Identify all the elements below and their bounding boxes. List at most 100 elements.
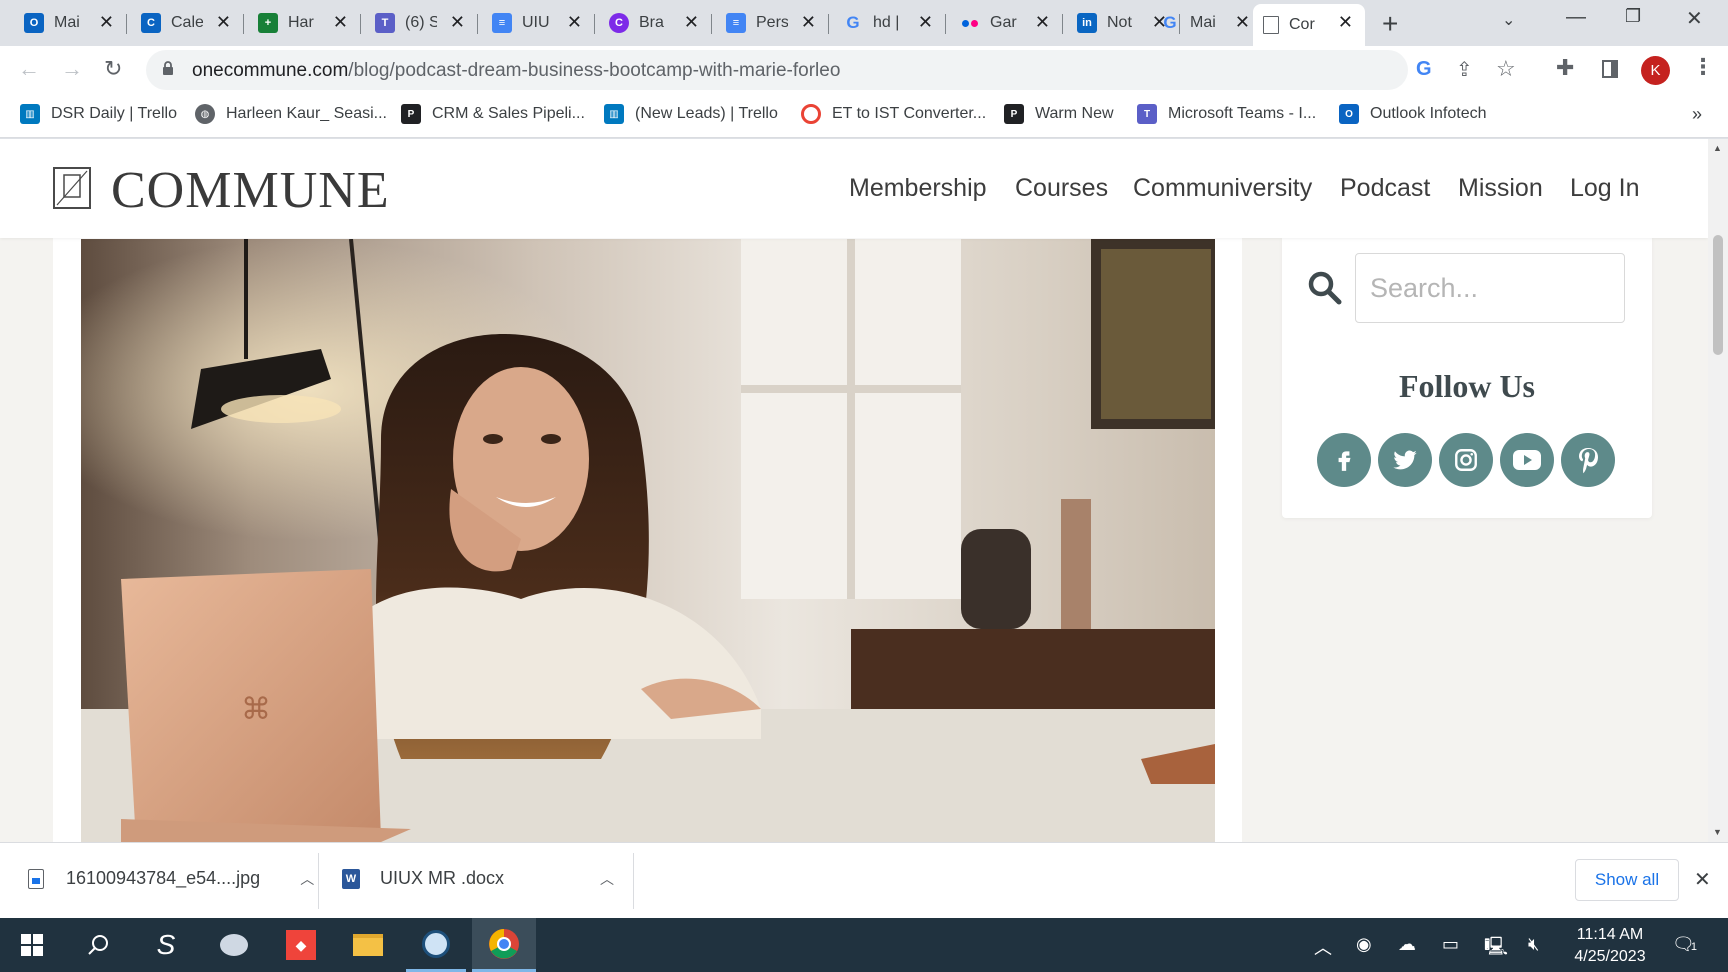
close-tab-icon[interactable]: ✕ (567, 12, 582, 33)
battery-icon[interactable]: ▭ (1442, 934, 1459, 955)
bookmark-star-icon[interactable]: ☆ (1496, 56, 1516, 82)
anydesk-icon[interactable]: ◆ (271, 918, 331, 972)
docs-icon: ≡ (492, 13, 512, 33)
nav-mission[interactable]: Mission (1458, 174, 1543, 203)
close-tab-icon[interactable]: ✕ (1338, 12, 1353, 33)
menu-icon[interactable]: ⋮ (1692, 54, 1714, 80)
bookmark-new-leads[interactable]: ▥ (New Leads) | Trello (604, 104, 778, 124)
tab-search-icon[interactable]: ⌄ (1502, 10, 1515, 30)
download-item-docx[interactable]: W UIUX MR .docx ︿ (342, 868, 614, 889)
pinterest-icon[interactable] (1561, 433, 1615, 487)
bookmark-crm[interactable]: P CRM & Sales Pipeli... (401, 104, 585, 124)
chevron-up-icon[interactable]: ︿ (600, 869, 614, 889)
tab-google-hd[interactable]: G hd | ✕ (833, 6, 945, 40)
twitter-icon[interactable] (1378, 433, 1432, 487)
nav-courses[interactable]: Courses (1015, 174, 1108, 203)
close-tab-icon[interactable]: ✕ (450, 12, 465, 33)
scroll-down-icon[interactable]: ▼ (1713, 827, 1722, 837)
profile-avatar[interactable]: K (1641, 56, 1670, 85)
close-tab-icon[interactable]: ✕ (801, 12, 816, 33)
lock-icon (163, 61, 173, 75)
nav-log-in[interactable]: Log In (1570, 174, 1640, 203)
site-header: COMMUNE Membership Courses Communiversit… (0, 139, 1708, 238)
browser-toolbar: ← → ↻ onecommune.com/blog/podcast-dream-… (0, 46, 1728, 94)
windows-taskbar: S ◆ ︿ ◉ ☁ ▭ 🖳 🔇︎ 11:14 AM 4/25/2023 🗨︎1 (0, 918, 1728, 972)
chevron-up-icon[interactable]: ︿ (300, 869, 314, 889)
record-icon[interactable]: ◉ (1356, 934, 1372, 955)
search-icon[interactable] (68, 918, 128, 972)
search-icon[interactable] (1307, 270, 1343, 306)
windows-start-icon[interactable] (2, 918, 62, 972)
close-tab-icon[interactable]: ✕ (1235, 12, 1250, 33)
close-downloads-icon[interactable]: ✕ (1694, 867, 1711, 892)
site-logo[interactable]: COMMUNE (111, 161, 390, 220)
more-bookmarks-icon[interactable]: » (1692, 104, 1702, 125)
youtube-icon[interactable] (1500, 433, 1554, 487)
sheets-icon: + (258, 13, 278, 33)
volume-muted-icon[interactable]: 🔇︎ (1528, 934, 1539, 955)
nav-podcast[interactable]: Podcast (1340, 174, 1430, 203)
outlook-icon: O (1339, 104, 1359, 124)
facebook-icon[interactable] (1317, 433, 1371, 487)
tab-teams[interactable]: T (6) S ✕ (365, 6, 477, 40)
forward-icon[interactable]: → (61, 56, 83, 82)
tab-docs-uiux[interactable]: ≡ UIU ✕ (482, 6, 594, 40)
reload-icon[interactable]: ↻ (104, 56, 122, 82)
network-icon[interactable]: 🖳 (1484, 934, 1508, 964)
nav-communiversity[interactable]: Communiversity (1133, 174, 1312, 203)
tab-google-mai[interactable]: G Mai ✕ (1150, 6, 1262, 40)
onedrive-icon[interactable]: ☁ (1398, 934, 1416, 955)
close-tab-icon[interactable]: ✕ (1035, 12, 1050, 33)
bookmark-warm-new[interactable]: P Warm New (1004, 104, 1114, 124)
bookmark-et-ist[interactable]: ET to IST Converter... (801, 104, 986, 124)
tab-docs-pers[interactable]: ≡ Pers ✕ (716, 6, 828, 40)
download-item-jpg[interactable]: 16100943784_e54....jpg ︿ (28, 868, 314, 889)
bookmark-harleen[interactable]: ◍ Harleen Kaur_ Seasi... (195, 104, 387, 124)
tab-calendar[interactable]: C Cale ✕ (131, 6, 243, 40)
tab-canva[interactable]: C Bra ✕ (599, 6, 711, 40)
restore-icon[interactable]: ❐ (1625, 6, 1641, 27)
tab-commune-active[interactable]: Cor ✕ (1253, 4, 1365, 46)
tab-mail[interactable]: O Mai ✕ (14, 6, 126, 40)
minimize-icon[interactable]: — (1566, 6, 1586, 29)
extensions-icon[interactable]: ✚ (1556, 55, 1574, 81)
scroll-thumb[interactable] (1713, 235, 1723, 355)
page-scrollbar[interactable]: ▲ ▼ (1708, 139, 1728, 842)
search-input[interactable] (1355, 253, 1625, 323)
calendar-icon: C (141, 13, 161, 33)
system-clock[interactable]: 11:14 AM 4/25/2023 (1560, 924, 1660, 968)
bookmark-teams[interactable]: T Microsoft Teams - I... (1137, 104, 1316, 124)
flickr-icon (960, 13, 980, 33)
show-all-downloads-button[interactable]: Show all (1575, 859, 1679, 901)
google-lens-icon[interactable]: G (1416, 58, 1432, 81)
instagram-icon[interactable] (1439, 433, 1493, 487)
close-tab-icon[interactable]: ✕ (333, 12, 348, 33)
notifications-icon[interactable]: 🗨︎1 (1672, 934, 1697, 955)
tab-flickr[interactable]: Gar ✕ (950, 6, 1062, 40)
bookmark-outlook[interactable]: O Outlook Infotech (1339, 104, 1487, 124)
app-avatar-icon[interactable] (406, 918, 466, 972)
outlook-icon: O (24, 13, 44, 33)
close-window-icon[interactable]: ✕ (1686, 6, 1703, 31)
file-explorer-icon[interactable] (338, 918, 398, 972)
share-icon[interactable]: ⇪ (1456, 57, 1473, 82)
bookmark-dsr-daily[interactable]: ▥ DSR Daily | Trello (20, 104, 177, 124)
side-panel-icon[interactable] (1602, 60, 1618, 78)
canva-icon: C (609, 13, 629, 33)
close-tab-icon[interactable]: ✕ (99, 12, 114, 33)
nav-membership[interactable]: Membership (849, 174, 987, 203)
back-icon[interactable]: ← (18, 56, 40, 82)
close-tab-icon[interactable]: ✕ (918, 12, 933, 33)
paint-icon[interactable] (204, 918, 264, 972)
show-hidden-icons-icon[interactable]: ︿ (1314, 934, 1332, 960)
tab-sheets[interactable]: + Har ✕ (248, 6, 360, 40)
new-tab-button[interactable]: + (1382, 8, 1398, 40)
address-bar[interactable]: onecommune.com/blog/podcast-dream-busine… (146, 50, 1516, 90)
globe-icon: ◍ (195, 104, 215, 124)
app-s-icon[interactable]: S (136, 918, 196, 972)
close-tab-icon[interactable]: ✕ (216, 12, 231, 33)
close-tab-icon[interactable]: ✕ (684, 12, 699, 33)
commune-logo-icon[interactable] (53, 167, 91, 209)
chrome-icon[interactable] (472, 918, 536, 972)
scroll-up-icon[interactable]: ▲ (1713, 143, 1722, 153)
